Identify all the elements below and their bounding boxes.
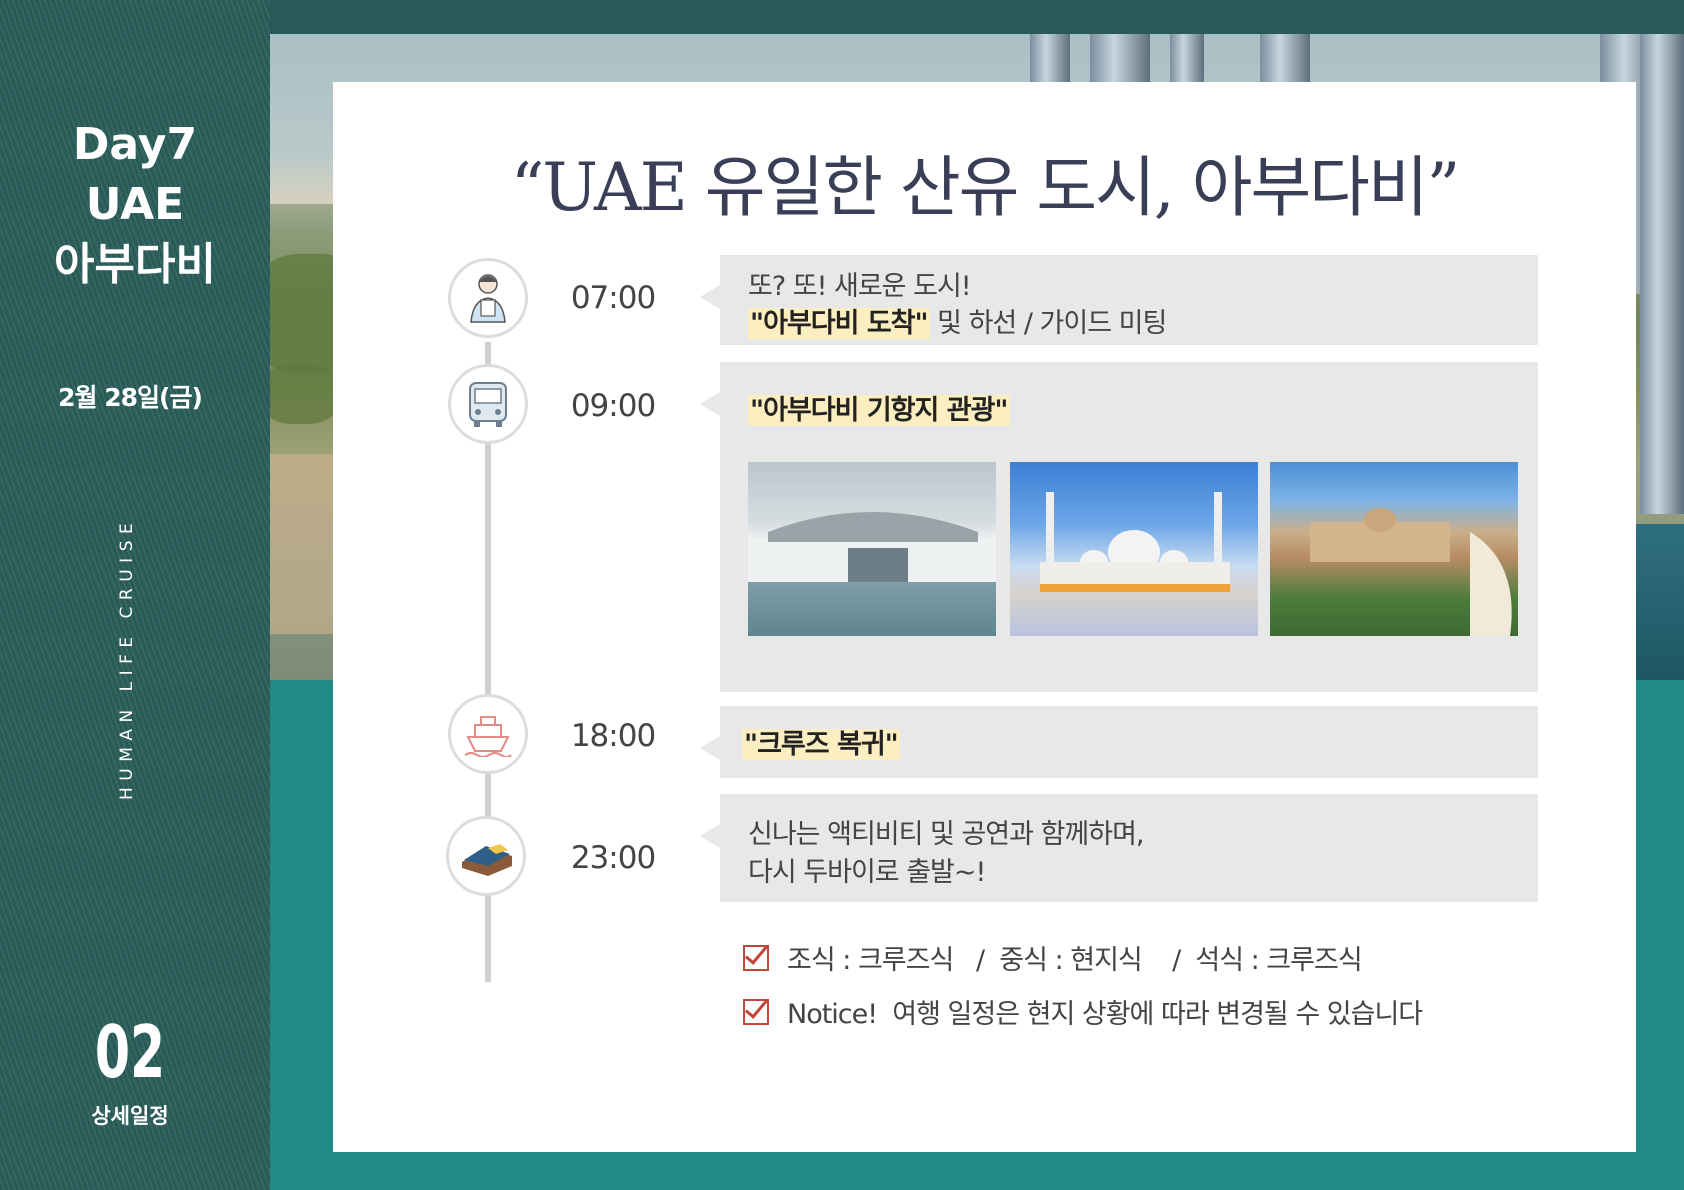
bus-icon bbox=[448, 364, 528, 444]
schedule-item: "아부다비 기항지 관광" bbox=[700, 362, 1538, 692]
date-label: 2월 28일(금) bbox=[58, 383, 203, 412]
checkbox-icon bbox=[743, 998, 769, 1025]
page-label: 상세일정 bbox=[91, 1104, 169, 1128]
city-label: 아부다비 bbox=[54, 239, 216, 290]
schedule-text: "크루즈 복귀" bbox=[742, 722, 900, 761]
guide-person-icon bbox=[448, 258, 528, 338]
highlight-text: "크루즈 복귀" bbox=[742, 729, 900, 760]
vertical-brand-text: HUMAN LIFE CRUISE bbox=[117, 516, 137, 800]
vertical-brand: HUMAN LIFE CRUISE bbox=[115, 460, 145, 800]
cruise-ship-icon bbox=[448, 694, 528, 774]
sidebar: Day7 UAE 아부다비 2월 28일(금) HUMAN LIFE CRUIS… bbox=[0, 0, 270, 1190]
notice-text: Notice! 여행 일정은 현지 상황에 따라 변경될 수 있습니다 bbox=[787, 999, 1423, 1030]
schedule-text: 신나는 액티비티 및 공연과 함께하며, bbox=[748, 819, 1145, 850]
highlight-text: "아부다비 도착" bbox=[748, 308, 930, 339]
time-label: 09:00 bbox=[570, 388, 656, 424]
itinerary-card: “UAE 유일한 산유 도시, 아부다비” 07:00 또? 또! 새로운 도시… bbox=[333, 82, 1636, 1152]
day-title: Day7 UAE 아부다비 bbox=[0, 115, 270, 295]
time-label: 23:00 bbox=[570, 840, 656, 876]
checkbox-icon bbox=[743, 944, 769, 971]
time-label: 18:00 bbox=[570, 718, 656, 754]
meals-note: 조식 : 크루즈식 / 중식 : 현지식 / 석식 : 크루즈식 bbox=[743, 938, 1363, 977]
emirates-palace-photo bbox=[1270, 462, 1518, 636]
time-label: 07:00 bbox=[570, 280, 656, 316]
schedule-text: 또? 또! 새로운 도시! bbox=[748, 271, 972, 302]
schedule-item: "크루즈 복귀" bbox=[700, 706, 1538, 778]
headline: “UAE 유일한 산유 도시, 아부다비” bbox=[510, 149, 1461, 226]
country-label: UAE bbox=[85, 179, 185, 230]
sheikh-zayed-mosque-photo bbox=[1010, 462, 1258, 636]
bed-icon bbox=[446, 816, 526, 896]
schedule-text-rest: 및 하선 / 가이드 미팅 bbox=[929, 308, 1167, 339]
schedule-text: 다시 두바이로 출발~! bbox=[748, 857, 986, 888]
notice-note: Notice! 여행 일정은 현지 상황에 따라 변경될 수 있습니다 bbox=[743, 992, 1423, 1031]
schedule-item: 신나는 액티비티 및 공연과 함께하며, 다시 두바이로 출발~! bbox=[700, 794, 1538, 902]
schedule-text: "아부다비 기항지 관광" bbox=[748, 388, 1010, 427]
day-label: Day7 bbox=[72, 119, 198, 170]
schedule-text: "아부다비 도착" 및 하선 / 가이드 미팅 bbox=[748, 301, 1167, 340]
highlight-text: "아부다비 기항지 관광" bbox=[748, 395, 1010, 426]
page-number: 02 bbox=[94, 1010, 166, 1094]
meals-text: 조식 : 크루즈식 / 중식 : 현지식 / 석식 : 크루즈식 bbox=[787, 945, 1363, 976]
louvre-abu-dhabi-photo bbox=[748, 462, 996, 636]
schedule-item: 또? 또! 새로운 도시! "아부다비 도착" 및 하선 / 가이드 미팅 bbox=[700, 255, 1538, 345]
